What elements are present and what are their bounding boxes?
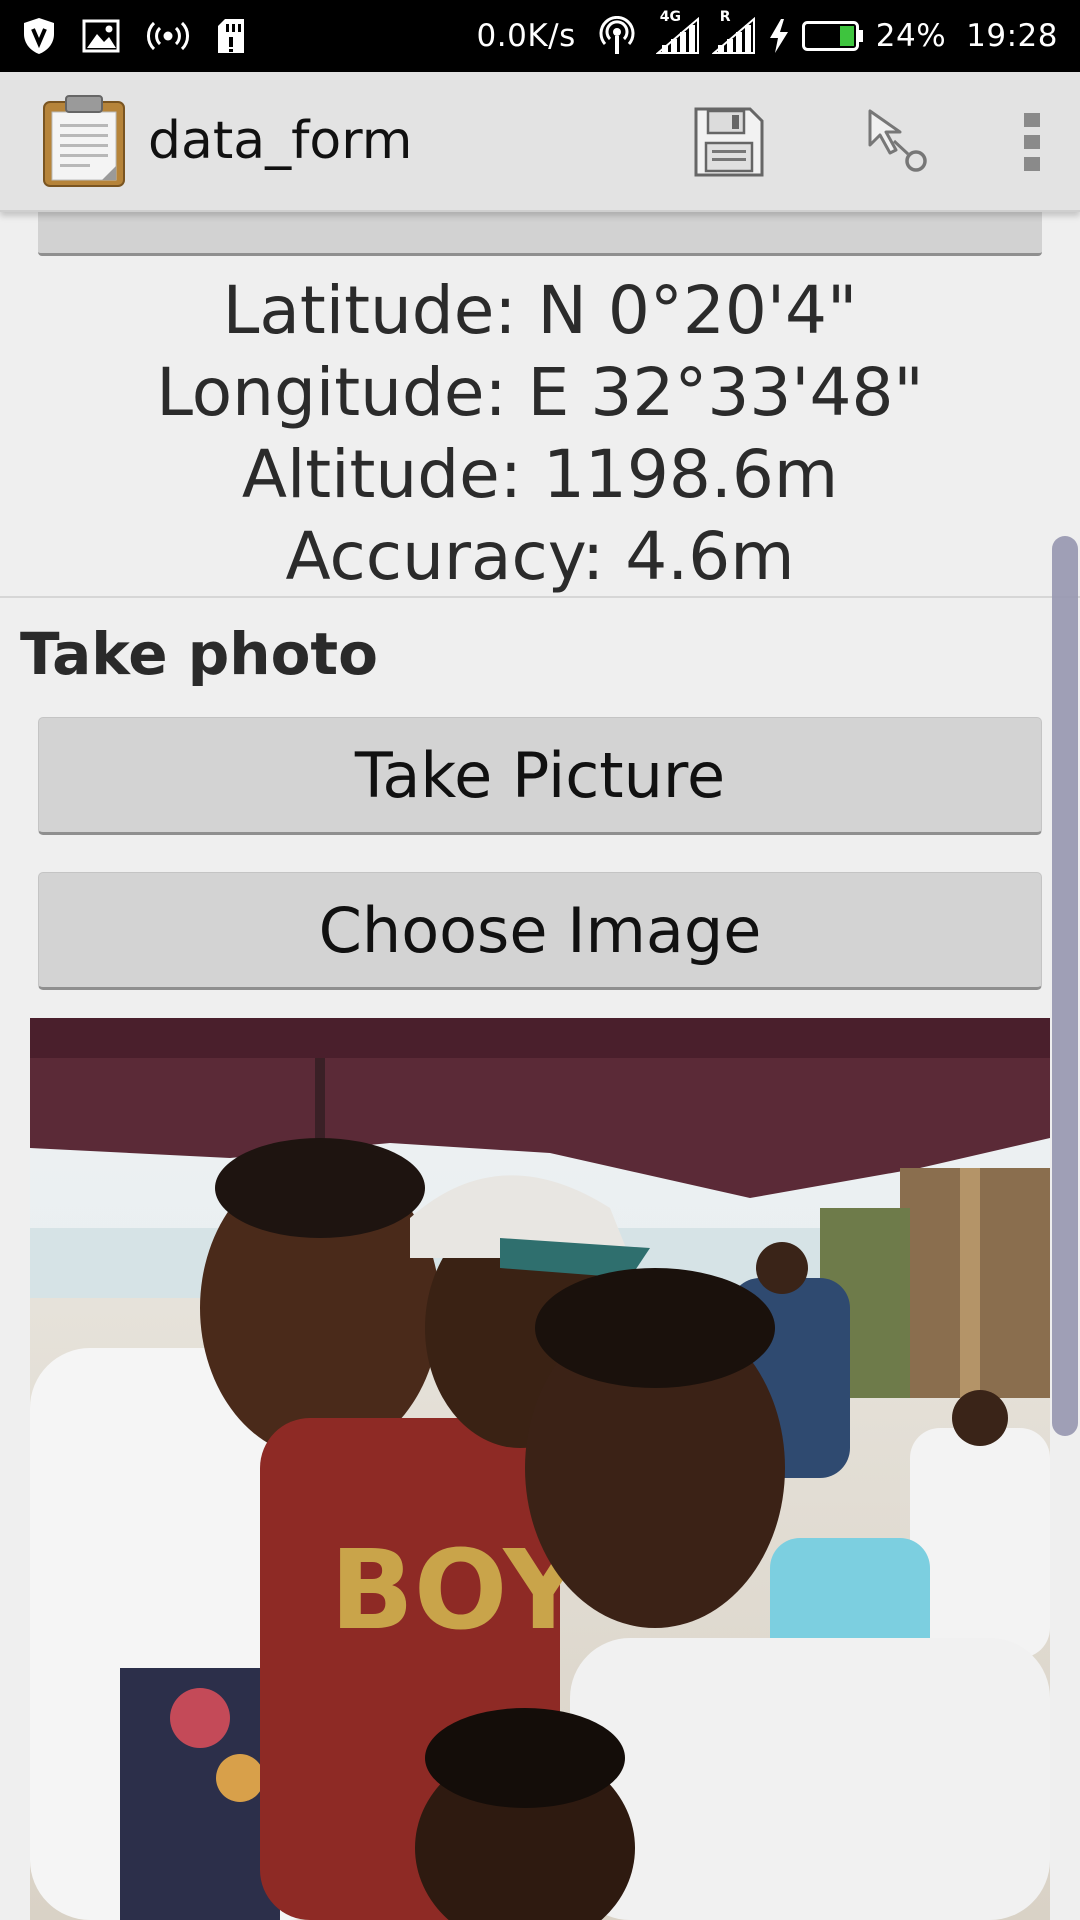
battery-percent: 24% (875, 18, 947, 54)
sd-card-icon (216, 18, 246, 54)
scrollbar-thumb[interactable] (1052, 536, 1078, 1436)
longitude-text: Longitude: E 32°33'48" (156, 354, 924, 431)
question-divider (0, 596, 1080, 598)
net-speed: 0.0K/s (476, 18, 576, 54)
broadcast-icon (146, 19, 190, 53)
go-to-icon (864, 107, 934, 177)
more-vert-icon (1023, 111, 1041, 173)
accuracy-text: Accuracy: 4.6m (285, 518, 795, 595)
record-location-button[interactable] (38, 212, 1042, 256)
more-options-button[interactable] (984, 72, 1080, 212)
question-label: Take photo (20, 620, 378, 688)
hotspot-icon (598, 16, 636, 56)
signal-icon: R (711, 9, 756, 55)
signal-icon: 4G (655, 9, 700, 55)
shield-icon (22, 17, 56, 55)
clock: 19:28 (966, 18, 1058, 54)
charging-icon (768, 18, 790, 54)
choose-image-button[interactable]: Choose Image (38, 872, 1042, 990)
save-button[interactable] (644, 72, 814, 212)
altitude-text: Altitude: 1198.6m (241, 436, 839, 513)
clipboard-icon (42, 94, 126, 188)
status-bar-notifications (22, 17, 246, 55)
action-bar: data_form (0, 72, 1080, 212)
roaming-label: R (719, 9, 731, 25)
form-content[interactable]: Latitude: N 0°20'4" Longitude: E 32°33'4… (0, 212, 1080, 1920)
go-to-button[interactable] (814, 72, 984, 212)
save-icon (692, 105, 766, 179)
battery-icon (801, 21, 864, 51)
action-bar-actions (644, 72, 1080, 212)
status-bar: 0.0K/s 4G R 24% 19:28 (0, 0, 1080, 72)
latitude-text: Latitude: N 0°20'4" (222, 272, 858, 349)
status-bar-system: 0.0K/s 4G R 24% 19:28 (476, 9, 1058, 56)
geopoint-readout: Latitude: N 0°20'4" Longitude: E 32°33'4… (0, 270, 1080, 598)
network-4g-label: 4G (659, 9, 681, 25)
app-title: data_form (148, 111, 413, 171)
image-icon (82, 19, 120, 53)
take-picture-button[interactable]: Take Picture (38, 717, 1042, 835)
photo-preview[interactable]: BOY (30, 1018, 1050, 1920)
